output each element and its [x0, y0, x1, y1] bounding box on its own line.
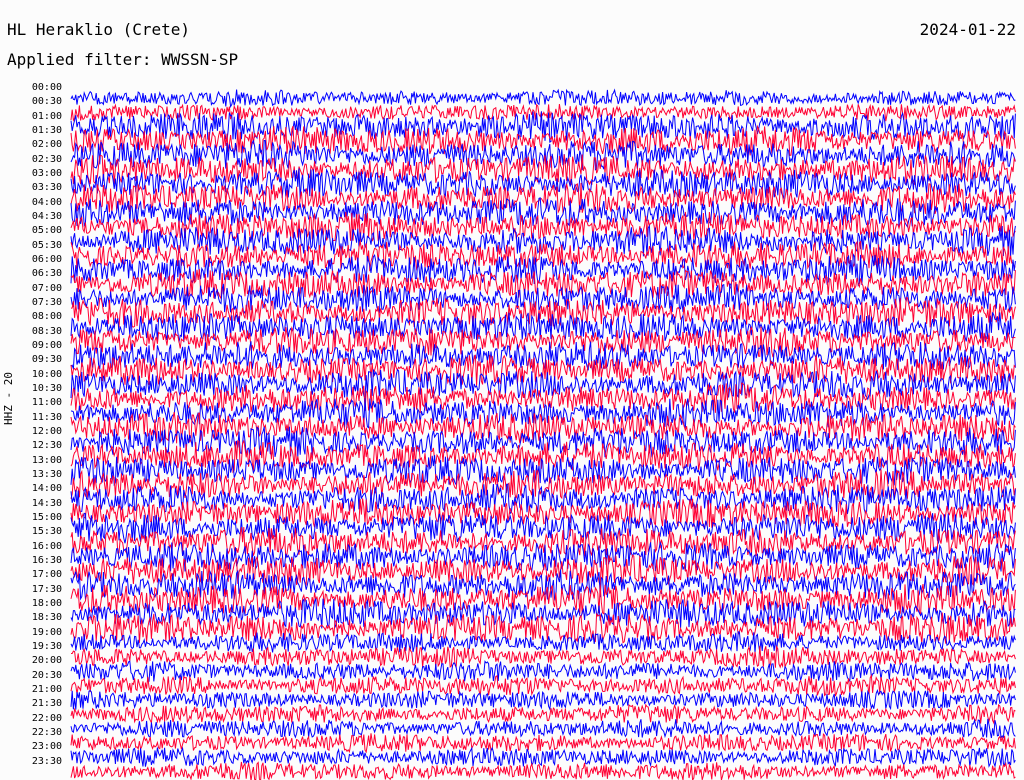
seismic-trace — [71, 644, 1016, 669]
seismic-trace — [70, 630, 1016, 654]
seismic-trace — [70, 732, 1016, 754]
seismic-trace — [70, 718, 1016, 739]
helicorder-plot — [70, 88, 1016, 780]
seismic-trace — [70, 88, 1016, 109]
seismic-trace — [70, 660, 1016, 683]
seismic-trace — [70, 746, 1016, 768]
seismic-trace — [70, 688, 1016, 711]
seismic-trace — [70, 103, 1016, 122]
seismic-trace — [70, 761, 1016, 780]
